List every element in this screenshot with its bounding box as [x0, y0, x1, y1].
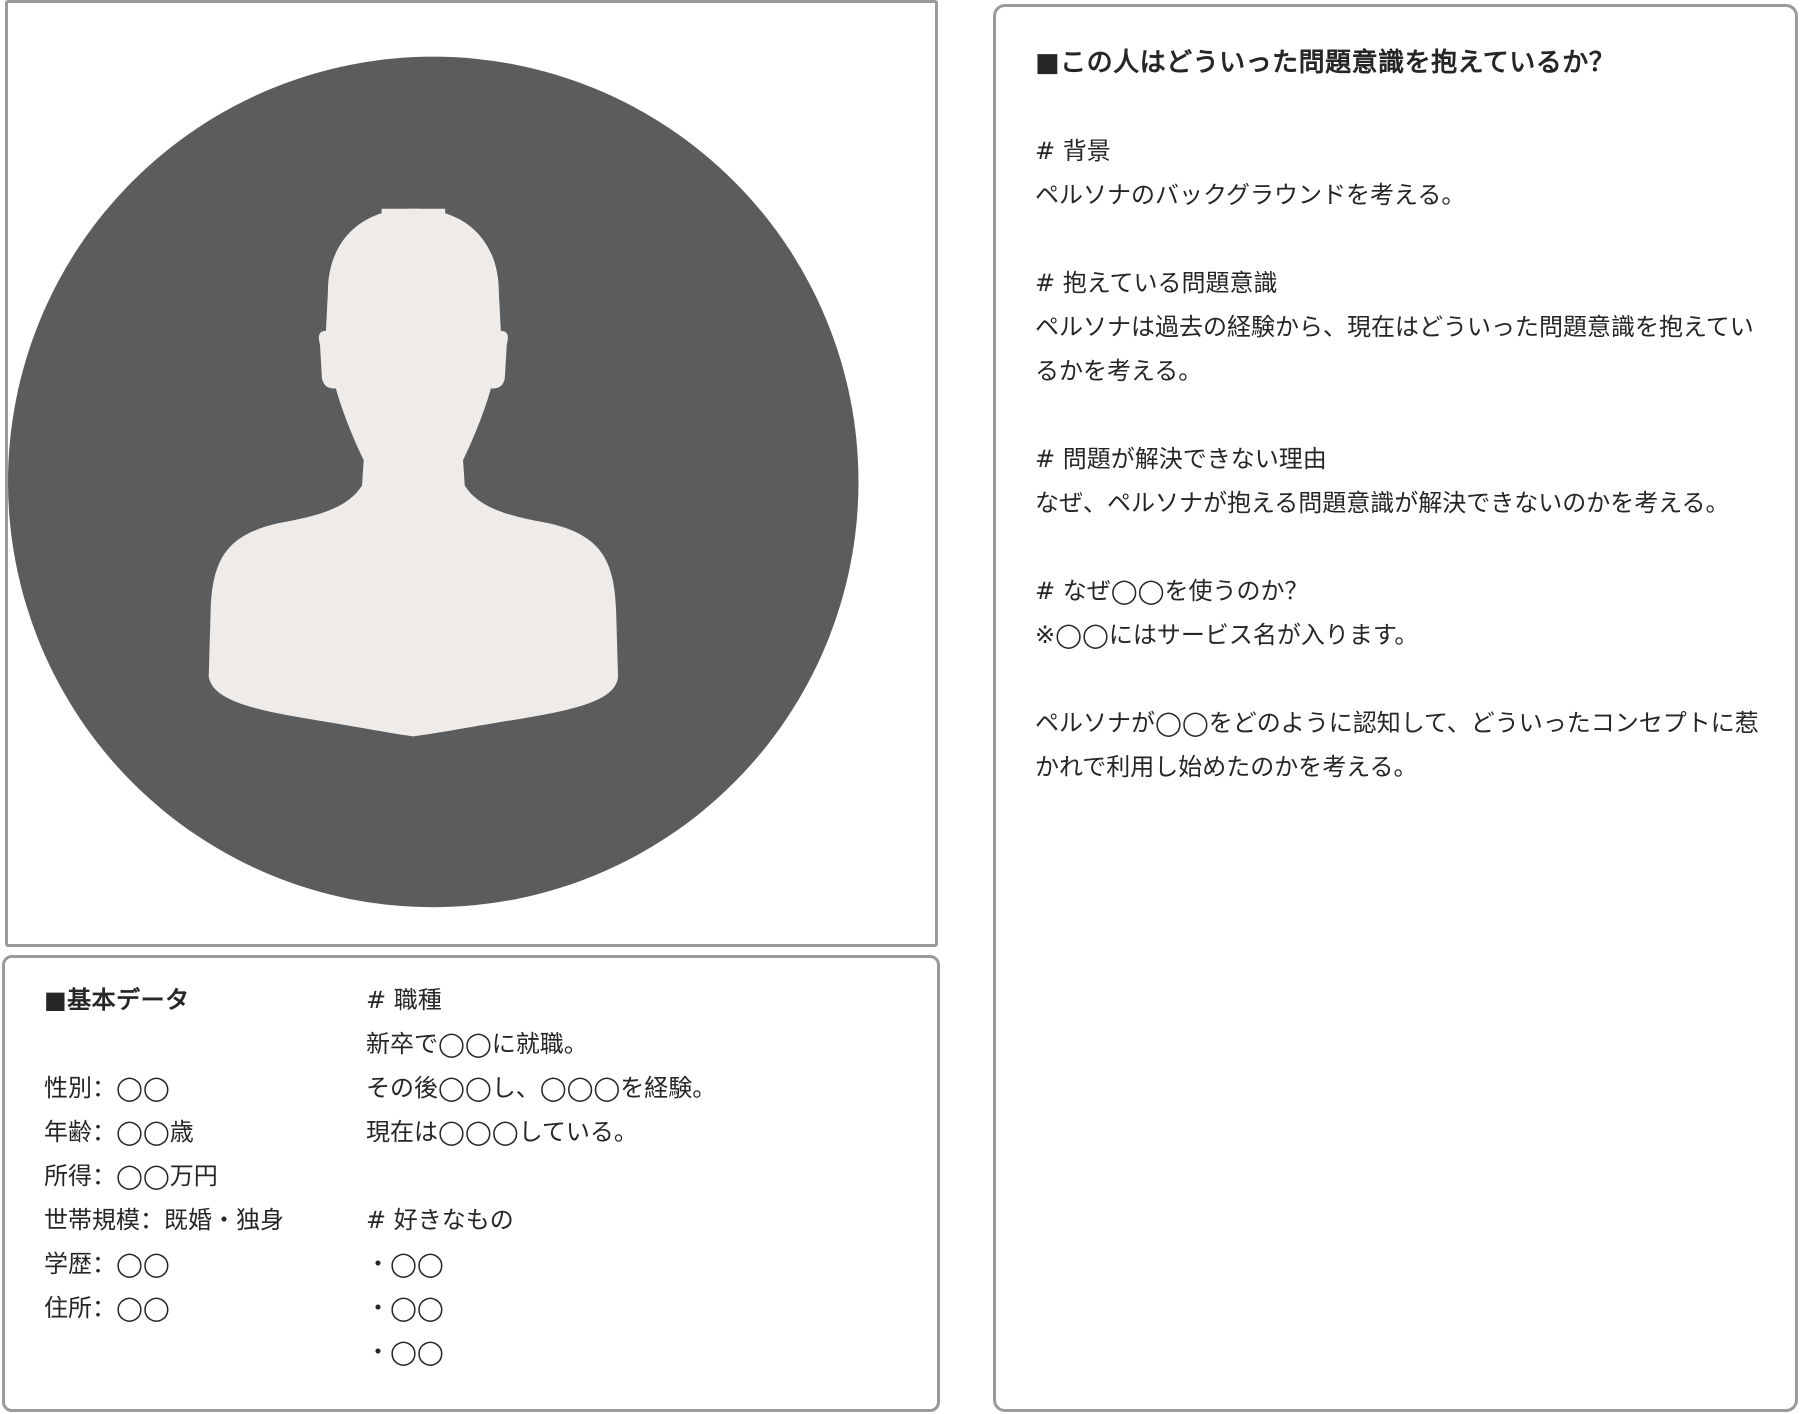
field-education: 学歴：◯◯	[44, 1250, 170, 1278]
field-gender: 性別：◯◯	[44, 1074, 170, 1102]
job-heading: # 職種	[366, 986, 442, 1014]
basic-data-column: ■基本データ 性別：◯◯ 年齢：◯◯歳 所得：◯◯万円 世帯規模：既婚・独身 学…	[44, 978, 284, 1330]
section-heading: # 背景	[1035, 137, 1111, 165]
person-silhouette-icon	[8, 56, 859, 908]
field-income: 所得：◯◯万円	[44, 1162, 218, 1190]
basic-data-title: ■基本データ	[44, 986, 190, 1014]
basic-data-panel: ■基本データ 性別：◯◯ 年齢：◯◯歳 所得：◯◯万円 世帯規模：既婚・独身 学…	[2, 955, 940, 1412]
likes-item: ・◯◯	[366, 1338, 444, 1366]
section-text: ペルソナのバックグラウンドを考える。	[1035, 181, 1466, 209]
section-heading: # なぜ◯◯を使うのか？	[1035, 577, 1309, 605]
job-line: その後◯◯し、◯◯◯を経験。	[366, 1074, 717, 1102]
avatar-panel	[5, 0, 938, 947]
section-unsolved-reason: # 問題が解決できない理由 なぜ、ペルソナが抱える問題意識が解決できないのかを考…	[1035, 437, 1765, 525]
job-and-likes-column: # 職種 新卒で◯◯に就職。 その後◯◯し、◯◯◯を経験。 現在は◯◯◯している…	[366, 978, 716, 1374]
job-line: 新卒で◯◯に就職。	[366, 1030, 588, 1058]
section-problem-awareness: # 抱えている問題意識 ペルソナは過去の経験から、現在はどういった問題意識を抱え…	[1035, 261, 1765, 393]
problem-awareness-title: ■この人はどういった問題意識を抱えているか？	[1035, 48, 1616, 78]
section-text: なぜ、ペルソナが抱える問題意識が解決できないのかを考える。	[1035, 489, 1730, 517]
likes-item: ・◯◯	[366, 1250, 444, 1278]
likes-heading: # 好きなもの	[366, 1206, 514, 1234]
section-heading: # 問題が解決できない理由	[1035, 445, 1327, 473]
section-text: ※◯◯にはサービス名が入ります。	[1035, 621, 1419, 649]
section-text: ペルソナは過去の経験から、現在はどういった問題意識を抱えているかを考える。	[1035, 313, 1754, 385]
job-line: 現在は◯◯◯している。	[366, 1118, 638, 1146]
likes-item: ・◯◯	[366, 1294, 444, 1322]
field-age: 年齢：◯◯歳	[44, 1118, 194, 1146]
field-household: 世帯規模：既婚・独身	[44, 1206, 284, 1234]
section-closing: ペルソナが◯◯をどのように認知して、どういったコンセプトに惹かれで利用し始めたの…	[1035, 701, 1765, 789]
section-why-use: # なぜ◯◯を使うのか？ ※◯◯にはサービス名が入ります。	[1035, 569, 1765, 657]
problem-awareness-panel: ■この人はどういった問題意識を抱えているか？ # 背景 ペルソナのバックグラウン…	[993, 4, 1798, 1412]
closing-text: ペルソナが◯◯をどのように認知して、どういったコンセプトに惹かれで利用し始めたの…	[1035, 709, 1759, 781]
field-address: 住所：◯◯	[44, 1294, 170, 1322]
problem-awareness-body: ■この人はどういった問題意識を抱えているか？ # 背景 ペルソナのバックグラウン…	[1035, 41, 1765, 789]
section-background: # 背景 ペルソナのバックグラウンドを考える。	[1035, 129, 1765, 217]
section-heading: # 抱えている問題意識	[1035, 269, 1278, 297]
